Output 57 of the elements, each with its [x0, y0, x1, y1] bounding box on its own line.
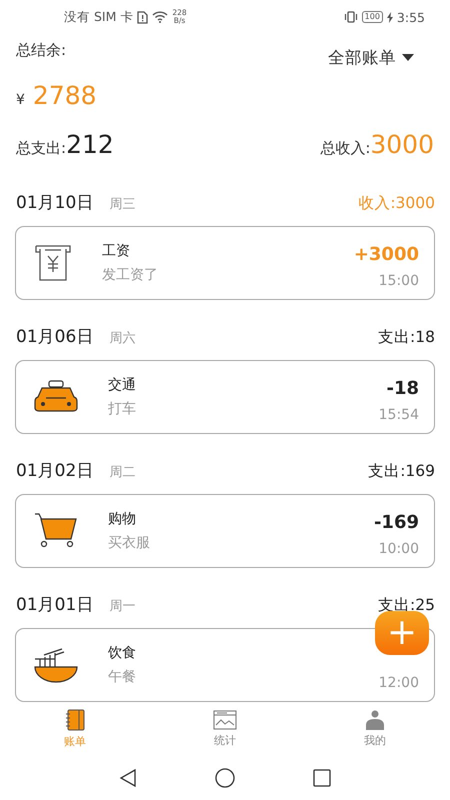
day-total: 收入:3000: [358, 192, 435, 214]
transaction-note: 发工资了: [102, 266, 159, 284]
category-name: 购物: [108, 510, 137, 528]
noodle-bowl-icon: [34, 646, 78, 683]
day-total: 支出:18: [378, 326, 435, 348]
category-name: 交通: [108, 376, 137, 394]
weekday: 周二: [109, 464, 136, 481]
transaction-amount: -18: [386, 378, 419, 399]
charging-icon: [386, 12, 393, 23]
transaction-amount: -169: [374, 512, 419, 533]
day-date: 01月01日: [16, 594, 94, 616]
carrier-text: 没有 SIM 卡: [64, 8, 134, 26]
expense-total: 212: [66, 130, 114, 159]
caret-icon: [402, 54, 414, 62]
weekday: 周三: [109, 196, 136, 213]
day-date: 01月10日: [16, 192, 94, 214]
balance-amount: 2788: [32, 80, 97, 110]
shopping-cart-icon: [34, 512, 78, 549]
transaction-time: 15:54: [378, 406, 419, 423]
vibrate-icon: [344, 11, 358, 24]
currency-symbol: ¥: [16, 92, 25, 108]
sim-alert-icon: [137, 10, 148, 24]
wifi-icon: [152, 11, 168, 24]
nav-tab[interactable]: 统计: [150, 710, 300, 748]
taxi-icon: [34, 380, 78, 414]
transaction-note: 买衣服: [108, 534, 151, 552]
battery-level: 100: [362, 11, 383, 24]
income-total: 3000: [370, 130, 434, 159]
transaction-card[interactable]: 购物 买衣服 -169 10:00: [15, 494, 435, 568]
home-icon[interactable]: [215, 768, 235, 788]
chart-icon: [213, 710, 237, 730]
transaction-time: 12:00: [378, 674, 419, 691]
transaction-note: 打车: [108, 400, 137, 418]
balance-label: 总结余:: [16, 40, 66, 60]
bill-filter-dropdown[interactable]: 全部账单: [328, 40, 434, 69]
transaction-time: 15:00: [378, 272, 419, 289]
category-name: 饮食: [108, 644, 137, 662]
day-date: 01月02日: [16, 460, 94, 482]
nav-tab[interactable]: 我的: [300, 710, 450, 748]
person-icon: [364, 710, 386, 730]
transaction-card[interactable]: 工资 发工资了 +3000 15:00: [15, 226, 435, 300]
transaction-amount: +3000: [354, 244, 419, 265]
income-label: 总收入:: [320, 138, 370, 158]
day-date: 01月06日: [16, 326, 94, 348]
transaction-time: 10:00: [378, 540, 419, 557]
category-name: 工资: [102, 242, 131, 260]
expense-label: 总支出:: [16, 138, 66, 158]
weekday: 周一: [109, 598, 136, 615]
day-total: 支出:169: [368, 460, 435, 482]
salary-slip-icon: [34, 244, 72, 282]
recents-icon[interactable]: [313, 768, 331, 787]
transaction-note: 午餐: [108, 668, 137, 686]
back-icon[interactable]: [119, 768, 137, 787]
clock: 3:55: [396, 10, 425, 25]
notebook-icon: [65, 708, 85, 731]
transaction-card[interactable]: 交通 打车 -18 15:54: [15, 360, 435, 434]
weekday: 周六: [109, 330, 136, 347]
